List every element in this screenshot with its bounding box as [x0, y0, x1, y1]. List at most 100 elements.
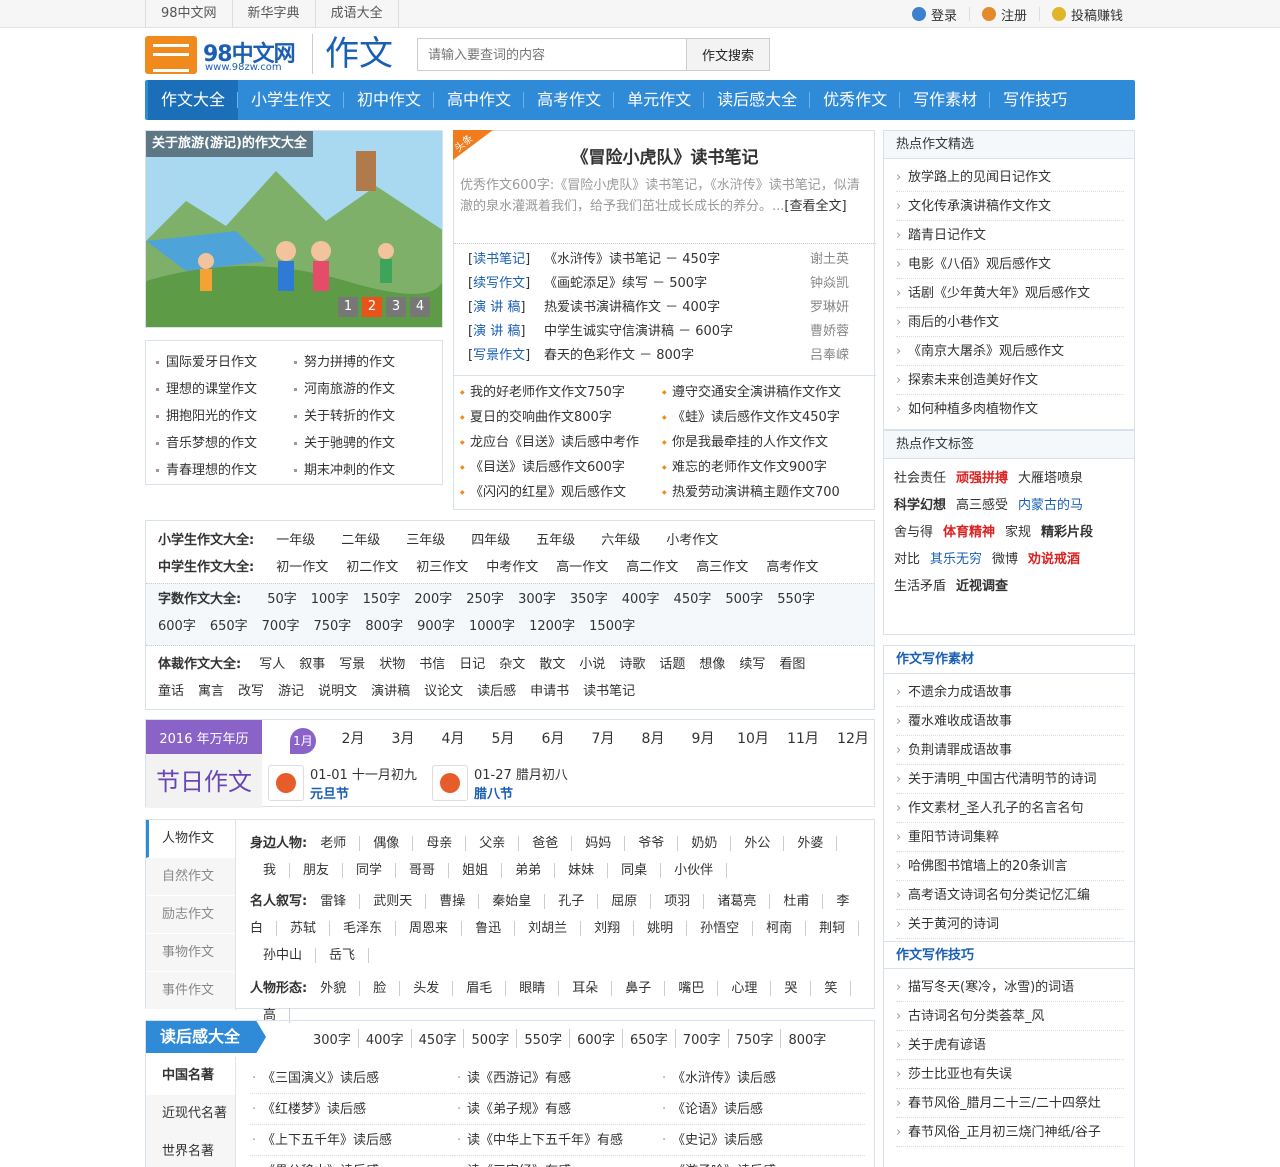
- grade-link[interactable]: 初三作文: [416, 556, 468, 575]
- tag-link[interactable]: 精彩片段: [1041, 525, 1093, 540]
- grade-link[interactable]: 读后感: [477, 678, 516, 705]
- people-link[interactable]: 外貌: [307, 981, 361, 996]
- top-link-idioms[interactable]: 成语大全: [314, 0, 399, 28]
- slider-caption[interactable]: 关于旅游(游记)的作文大全: [146, 131, 313, 157]
- people-link[interactable]: 姚明: [634, 921, 688, 936]
- tag-link[interactable]: 舍与得: [894, 525, 933, 540]
- people-link[interactable]: 荆轲: [806, 921, 860, 936]
- grade-link[interactable]: 高二作文: [626, 556, 678, 575]
- people-link[interactable]: 曹操: [426, 894, 480, 909]
- grade-link[interactable]: 150字: [363, 586, 401, 613]
- list-item[interactable]: 重阳节诗词集粹: [896, 823, 1124, 852]
- topic-link[interactable]: 拥抱阳光的作文: [156, 403, 294, 430]
- people-link[interactable]: 外公: [731, 836, 785, 851]
- list-item[interactable]: 春节风俗_腊月二十三/二十四祭灶: [896, 1089, 1124, 1118]
- people-link[interactable]: 眉毛: [453, 981, 507, 996]
- grade-link[interactable]: 50字: [267, 586, 297, 613]
- grade-link[interactable]: 写人: [259, 651, 285, 678]
- people-link[interactable]: 鲁迅: [462, 921, 516, 936]
- grade-link[interactable]: 二年级: [341, 529, 380, 548]
- grade-link[interactable]: 五年级: [536, 529, 575, 548]
- list-item[interactable]: 踏青日记作文: [896, 221, 1124, 250]
- grade-link[interactable]: 650字: [210, 613, 248, 640]
- grade-link[interactable]: 六年级: [601, 529, 640, 548]
- topic-link[interactable]: 关于驰骋的作文: [294, 430, 432, 457]
- book-link[interactable]: 读《中华上下五千年》有感: [455, 1125, 660, 1156]
- list-item[interactable]: 不遗余力成语故事: [896, 678, 1124, 707]
- people-link[interactable]: 哥哥: [396, 863, 450, 878]
- month-tab[interactable]: 8月: [628, 728, 678, 754]
- grade-link[interactable]: 说明文: [318, 678, 357, 705]
- grade-link[interactable]: 三年级: [406, 529, 445, 548]
- nav-item[interactable]: 写作技巧: [990, 80, 1080, 120]
- slider-page-active[interactable]: 2: [362, 297, 382, 317]
- read-more-link[interactable]: [查看全文]: [784, 199, 846, 214]
- grade-link[interactable]: 一年级: [276, 529, 315, 548]
- grade-link[interactable]: 初一作文: [276, 556, 328, 575]
- grade-link[interactable]: 杂文: [499, 651, 525, 678]
- people-link[interactable]: 偶像: [360, 836, 414, 851]
- reading-tab[interactable]: 中国名著: [146, 1057, 235, 1095]
- nav-item[interactable]: 读后感大全: [704, 80, 811, 120]
- festival-name[interactable]: 腊八节: [474, 783, 568, 802]
- list-item[interactable]: 莎士比亚也有失误: [896, 1060, 1124, 1089]
- list-item[interactable]: 如何种植多肉植物作文: [896, 395, 1124, 424]
- book-link[interactable]: 《三国演义》读后感: [250, 1063, 455, 1094]
- people-link[interactable]: 妈妈: [572, 836, 626, 851]
- essay-link[interactable]: 《蛙》读后感作文作文450字: [662, 405, 864, 430]
- tag-link[interactable]: 其乐无穷: [930, 552, 982, 567]
- grade-link[interactable]: 改写: [238, 678, 264, 705]
- tag-link[interactable]: 高三感受: [956, 498, 1008, 513]
- list-item[interactable]: 探索未来创造美好作文: [896, 366, 1124, 395]
- tag-link[interactable]: 体育精神: [943, 525, 995, 540]
- contribute-link[interactable]: 投稿赚钱: [1038, 7, 1135, 24]
- tag-link[interactable]: 内蒙古的马: [1018, 498, 1083, 513]
- nav-item[interactable]: 作文大全: [148, 80, 239, 120]
- grade-link[interactable]: 想像: [699, 651, 725, 678]
- tag-link[interactable]: 生活矛盾: [894, 579, 946, 594]
- list-item[interactable]: 覆水难收成语故事: [896, 707, 1124, 736]
- grade-link[interactable]: 750字: [313, 613, 351, 640]
- festival-item[interactable]: 01-27 腊月初八 腊八节: [432, 764, 568, 802]
- list-item[interactable]: 关于黄河的诗词: [896, 910, 1124, 939]
- people-link[interactable]: 哭: [771, 981, 812, 996]
- grade-link[interactable]: 书信: [419, 651, 445, 678]
- list-item[interactable]: 描写冬天(寒冷，冰雪)的词语: [896, 973, 1124, 1002]
- search-input[interactable]: [417, 38, 687, 71]
- people-link[interactable]: 同学: [343, 863, 397, 878]
- essay-link[interactable]: 我的好老师作文作文750字: [460, 380, 662, 405]
- topic-link[interactable]: 音乐梦想的作文: [156, 430, 294, 457]
- grade-link[interactable]: 600字: [158, 613, 196, 640]
- grade-link[interactable]: 200字: [414, 586, 452, 613]
- category-tab[interactable]: 事件作文: [146, 972, 235, 1010]
- topic-link[interactable]: 关于转折的作文: [294, 403, 432, 430]
- people-link[interactable]: 同桌: [608, 863, 662, 878]
- site-logo[interactable]: 98中文网 www.98zw.com: [145, 36, 313, 74]
- nav-item[interactable]: 高中作文: [434, 80, 525, 120]
- people-link[interactable]: 雷锋: [307, 894, 361, 909]
- grade-link[interactable]: 中考作文: [486, 556, 538, 575]
- people-link[interactable]: 父亲: [466, 836, 520, 851]
- people-link[interactable]: 岳飞: [316, 948, 370, 963]
- section-title[interactable]: 读后感大全: [146, 1021, 266, 1053]
- people-link[interactable]: 周恩来: [396, 921, 463, 936]
- list-item[interactable]: 负荆请罪成语故事: [896, 736, 1124, 765]
- book-link[interactable]: 读《弟子规》有感: [455, 1094, 660, 1125]
- tag-link[interactable]: 对比: [894, 552, 920, 567]
- list-item[interactable]: 春节风俗_正月初三烧门神纸/谷子: [896, 1118, 1124, 1147]
- word-count-link[interactable]: 450字: [412, 1029, 465, 1048]
- month-tab[interactable]: 12月: [828, 728, 878, 754]
- tag-link[interactable]: 家规: [1005, 525, 1031, 540]
- essay-link[interactable]: 《闪闪的红星》观后感作文: [460, 480, 662, 505]
- book-link[interactable]: 《上下五千年》读后感: [250, 1125, 455, 1156]
- people-link[interactable]: 弟弟: [502, 863, 556, 878]
- people-link[interactable]: 刘胡兰: [515, 921, 582, 936]
- top-link-98zw[interactable]: 98中文网: [145, 0, 232, 28]
- grade-link[interactable]: 300字: [518, 586, 556, 613]
- topic-link[interactable]: 理想的课堂作文: [156, 376, 294, 403]
- grade-link[interactable]: 400字: [622, 586, 660, 613]
- list-item[interactable]: 放学路上的见闻日记作文: [896, 163, 1124, 192]
- word-count-link[interactable]: 400字: [359, 1029, 412, 1048]
- grade-link[interactable]: 寓言: [198, 678, 224, 705]
- slider-page[interactable]: 3: [386, 297, 406, 317]
